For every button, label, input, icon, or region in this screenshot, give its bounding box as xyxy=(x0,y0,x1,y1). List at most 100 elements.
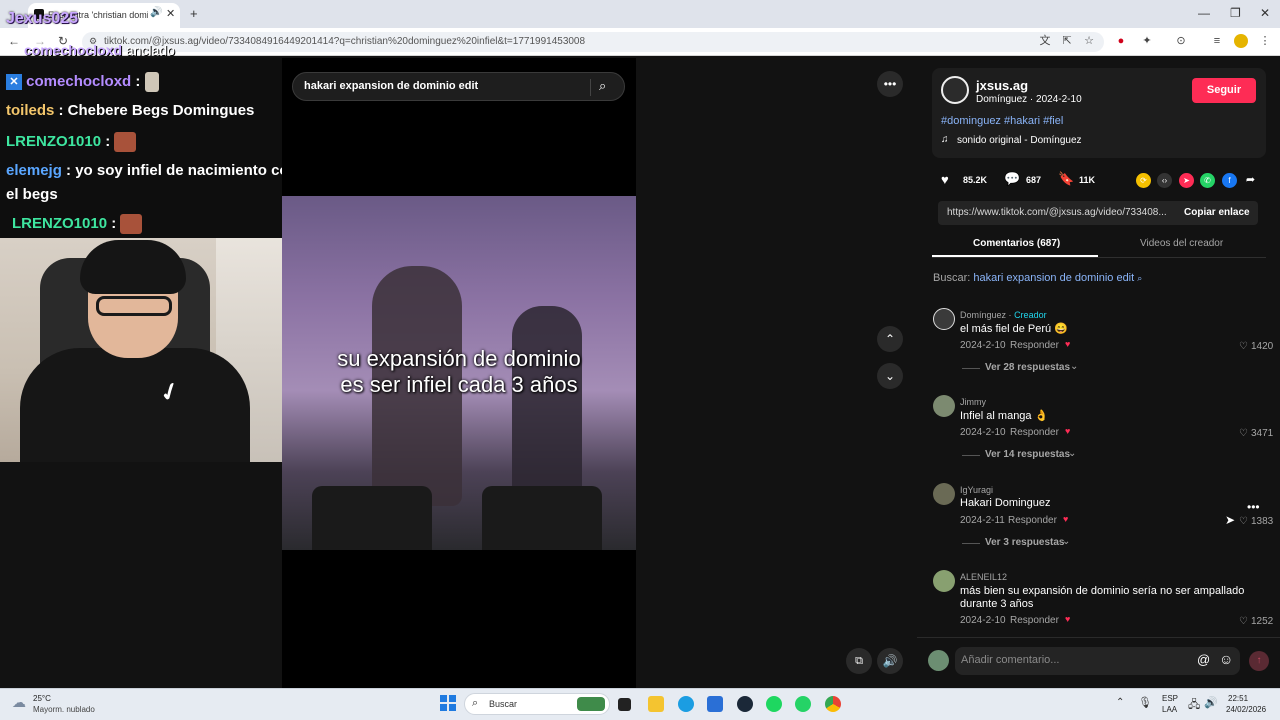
close-window-icon[interactable]: ✕ xyxy=(1260,6,1270,20)
taskbar-search[interactable]: ⌕ Buscar xyxy=(464,693,610,715)
translate-icon[interactable]: 文 xyxy=(1038,34,1052,48)
profile-avatar-icon[interactable] xyxy=(1234,34,1248,48)
whatsapp-icon[interactable] xyxy=(795,696,811,712)
repost-icon[interactable]: ⟳ xyxy=(1136,173,1151,188)
commenter-avatar[interactable] xyxy=(933,308,955,330)
music-note-icon: ♫ xyxy=(941,134,949,145)
clock-date: 24/02/2026 xyxy=(1226,705,1267,714)
steam-icon[interactable] xyxy=(737,696,753,712)
close-icon: ✕ xyxy=(6,74,22,90)
video-frame[interactable]: su expansión de dominio es ser infiel ca… xyxy=(282,196,636,550)
volume-button[interactable]: 🔊 xyxy=(877,648,903,674)
reply-button[interactable]: Responder xyxy=(1010,615,1059,626)
more-options-button[interactable]: ••• xyxy=(877,71,903,97)
tab-audio-icon[interactable]: 🔊 xyxy=(150,7,162,18)
person-hair xyxy=(80,240,186,294)
commenter-avatar[interactable] xyxy=(933,483,955,505)
share-link-text[interactable]: https://www.tiktok.com/@jxsus.ag/video/7… xyxy=(947,207,1167,218)
hashtags[interactable]: #dominguez #hakari #fiel xyxy=(941,115,1063,127)
menu-kebab-icon[interactable]: ⋮ xyxy=(1258,34,1272,48)
clock-time[interactable]: 22:51 xyxy=(1228,694,1248,703)
edge-icon[interactable] xyxy=(678,696,694,712)
copy-link-button[interactable]: Copiar enlace xyxy=(1184,207,1250,218)
weather-icon[interactable]: ☁ xyxy=(12,694,26,711)
post-comment-button[interactable]: ↑ xyxy=(1249,651,1269,671)
share-arrow-icon[interactable]: ➦ xyxy=(1243,173,1258,188)
comment-like-icon[interactable]: ♡ xyxy=(1239,428,1248,439)
whatsapp-icon[interactable]: ✆ xyxy=(1200,173,1215,188)
view-replies-button[interactable]: Ver 3 respuestas xyxy=(985,537,1065,548)
related-search[interactable]: Buscar: hakari expansion de dominio edit… xyxy=(933,272,1142,284)
tiktok-search-bar[interactable]: hakari expansion de dominio edit ⌕ xyxy=(292,72,625,101)
reply-button[interactable]: Responder xyxy=(1008,515,1057,526)
new-tab-icon[interactable]: + xyxy=(190,6,198,21)
chrome-icon[interactable] xyxy=(825,696,841,712)
send-icon[interactable]: ➤ xyxy=(1179,173,1194,188)
reply-button[interactable]: Responder xyxy=(1010,340,1059,351)
opera-icon[interactable]: ● xyxy=(1114,34,1128,48)
extensions-icon[interactable]: ✦ xyxy=(1140,34,1154,48)
commenter-name[interactable]: Domínguez · Creador xyxy=(960,310,1047,320)
back-icon[interactable]: ← xyxy=(8,34,20,48)
comment-input[interactable]: Añadir comentario... @ ☺ xyxy=(955,647,1240,675)
microphone-icon[interactable]: 🎙 xyxy=(1138,696,1152,709)
lang-code[interactable]: ESP xyxy=(1162,694,1178,703)
windows-start-icon[interactable] xyxy=(440,695,456,711)
weather-temp[interactable]: 25°C xyxy=(33,694,51,703)
tray-chevron-icon[interactable]: ⌃ xyxy=(1116,697,1124,708)
search-input[interactable]: hakari expansion de dominio edit xyxy=(304,80,478,92)
volume-icon[interactable]: 🔊 xyxy=(1204,696,1218,709)
address-bar-row: ← → ↻ ⚙ tiktok.com/@jxsus.ag/video/73340… xyxy=(0,28,1280,56)
follow-button[interactable]: Seguir xyxy=(1192,78,1256,103)
view-replies-button[interactable]: Ver 14 respuestas xyxy=(985,449,1070,460)
related-search-label: Buscar: xyxy=(933,272,971,284)
minimize-icon[interactable]: — xyxy=(1198,6,1210,20)
tab-comments[interactable]: Comentarios (687) xyxy=(973,238,1060,249)
mention-icon[interactable]: @ xyxy=(1197,652,1210,667)
store-icon[interactable] xyxy=(707,696,723,712)
browser-tab-strip: Encuentra 'christian domin 🔊 ✕ + — ❐ ✕ xyxy=(0,0,1280,28)
reading-list-icon[interactable]: ≡ xyxy=(1210,34,1224,48)
commenter-avatar[interactable] xyxy=(933,395,955,417)
comment-date: 2024-2-10 xyxy=(960,340,1006,351)
bookmark-icon[interactable]: 🔖 xyxy=(1058,171,1074,187)
comment-like-icon[interactable]: ♡ xyxy=(1239,341,1248,352)
commenter-avatar[interactable] xyxy=(933,570,955,592)
bookmark-star-icon[interactable]: ☆ xyxy=(1082,34,1096,48)
view-replies-button[interactable]: Ver 28 respuestas xyxy=(985,362,1070,373)
comment-like-icon[interactable]: ♡ xyxy=(1239,516,1248,527)
heart-icon[interactable]: ♥ xyxy=(941,172,949,187)
search-icon[interactable]: ⌕ xyxy=(599,78,606,94)
reply-button[interactable]: Responder xyxy=(1010,427,1059,438)
pinned-label: anclado xyxy=(125,42,175,58)
spotify-icon[interactable] xyxy=(766,696,782,712)
previous-video-button[interactable]: ⌃ xyxy=(877,326,903,352)
next-video-button[interactable]: ⌄ xyxy=(877,363,903,389)
file-explorer-icon[interactable] xyxy=(648,696,664,712)
sound-title[interactable]: sonido original - Domínguez xyxy=(957,135,1082,146)
author-avatar[interactable] xyxy=(941,76,969,104)
tab-creator-videos[interactable]: Videos del creador xyxy=(1140,238,1223,249)
embed-icon[interactable]: ‹› xyxy=(1157,173,1172,188)
miniplayer-button[interactable]: ⧉ xyxy=(846,648,872,674)
search-divider xyxy=(590,79,591,96)
install-app-icon[interactable]: ⇱ xyxy=(1060,34,1074,48)
comment-icon[interactable]: 💬 xyxy=(1004,171,1020,187)
commenter-name[interactable]: ALENEIL12 xyxy=(960,572,1007,582)
comment-like-icon[interactable]: ♡ xyxy=(1239,616,1248,627)
commenter-name[interactable]: Jimmy xyxy=(960,397,986,407)
url-field[interactable]: ⚙ tiktok.com/@jxsus.ag/video/73340849164… xyxy=(82,32,1104,52)
maximize-icon[interactable]: ❐ xyxy=(1230,6,1241,20)
webcam-feed: ✓ xyxy=(0,238,286,462)
facebook-icon[interactable]: f xyxy=(1222,173,1237,188)
author-handle[interactable]: jxsus.ag xyxy=(976,78,1028,93)
mouse-cursor-icon: ➤ xyxy=(1225,513,1236,527)
vpn-icon[interactable]: ⊙ xyxy=(1174,34,1188,48)
comment-more-icon[interactable]: ••• xyxy=(1247,500,1260,514)
tab-close-icon[interactable]: ✕ xyxy=(166,7,175,20)
commenter-name[interactable]: IgYuragi xyxy=(960,485,993,495)
emoji-icon[interactable]: ☺ xyxy=(1219,651,1233,667)
task-view-icon[interactable] xyxy=(618,698,631,711)
related-search-query[interactable]: hakari expansion de dominio edit xyxy=(973,272,1134,284)
network-icon[interactable]: 🖧 xyxy=(1188,696,1200,715)
